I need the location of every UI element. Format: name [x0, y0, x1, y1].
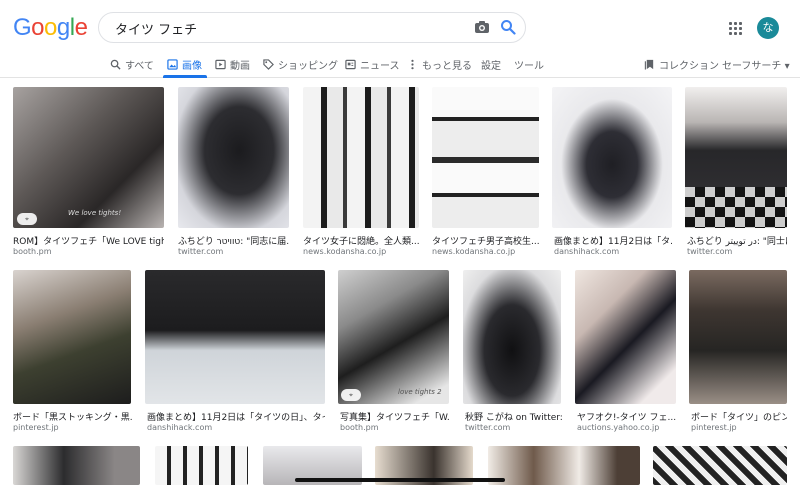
logo-letter: e: [74, 14, 88, 41]
logo-letter: o: [44, 14, 57, 41]
result-image[interactable]: ⌖ love tights 2: [338, 270, 449, 404]
result-caption[interactable]: 画像まとめ】11月2日は「タイツの日」、タイ...: [147, 410, 325, 423]
tab-label: コレクション: [659, 61, 719, 72]
result-image[interactable]: [145, 270, 325, 404]
result-image[interactable]: [653, 446, 787, 485]
result-source[interactable]: twitter.com: [687, 247, 787, 256]
product-tag-icon: ⌖: [341, 389, 361, 401]
result-caption[interactable]: ヤフオク!-タイツ フェ...: [577, 410, 677, 423]
result-caption[interactable]: ふちどり در توییتر: "同士に...: [687, 234, 787, 247]
result-source[interactable]: pinterest.jp: [13, 423, 132, 432]
result-caption[interactable]: 画像まとめ】11月2日は「タ...: [554, 234, 672, 247]
apps-grid-icon[interactable]: [729, 22, 742, 35]
tab-label: セーフサーチ ▾: [722, 61, 790, 72]
result-source[interactable]: twitter.com: [465, 423, 563, 432]
result-source[interactable]: pinterest.jp: [691, 423, 787, 432]
logo-letter: o: [31, 14, 45, 41]
result-caption[interactable]: 写真集】タイツフェチ「W...: [340, 410, 450, 423]
tag-icon: [263, 59, 274, 70]
tab-label: もっと見る: [422, 61, 472, 72]
logo-letter: g: [56, 14, 70, 41]
tab-videos[interactable]: 動画: [215, 57, 250, 72]
result-image[interactable]: [685, 87, 787, 228]
tab-label: 画像: [182, 61, 202, 72]
result-source[interactable]: danshihack.com: [554, 247, 672, 256]
logo-letter: G: [13, 14, 32, 41]
checker-floor: [685, 187, 787, 228]
result-source[interactable]: twitter.com: [178, 247, 290, 256]
result-image[interactable]: ⌖ We love tights!: [13, 87, 164, 228]
result-source[interactable]: booth.pm: [13, 247, 164, 256]
home-indicator[interactable]: [295, 478, 505, 482]
image-watermark: love tights 2: [398, 388, 442, 396]
image-watermark: We love tights!: [68, 209, 122, 217]
result-caption[interactable]: ボード「タイツ」のピン: [691, 410, 787, 423]
result-image[interactable]: [178, 87, 289, 228]
result-image[interactable]: [432, 87, 539, 228]
tab-shopping[interactable]: ショッピング: [263, 57, 338, 72]
tab-tools[interactable]: ツール: [514, 57, 544, 72]
news-icon: [345, 59, 356, 70]
video-icon: [215, 59, 226, 70]
result-source[interactable]: news.kodansha.co.jp: [303, 247, 421, 256]
image-icon: [167, 59, 178, 70]
result-image[interactable]: [575, 270, 676, 404]
search-icon[interactable]: [500, 19, 516, 35]
result-image[interactable]: [155, 446, 248, 485]
result-source[interactable]: booth.pm: [340, 423, 450, 432]
result-image[interactable]: [303, 87, 419, 228]
result-image[interactable]: [552, 87, 672, 228]
result-image[interactable]: [689, 270, 787, 404]
tab-settings[interactable]: 設定: [481, 57, 501, 72]
search-icon: [110, 59, 121, 70]
result-image[interactable]: [13, 446, 140, 485]
result-caption[interactable]: 秋野 こがね on Twitter: ...: [465, 410, 563, 423]
search-input[interactable]: タイツ フェチ: [115, 19, 197, 38]
result-image[interactable]: [488, 446, 640, 485]
result-source[interactable]: news.kodansha.co.jp: [432, 247, 540, 256]
bookmark-icon: [644, 59, 654, 70]
search-tabs: すべて 画像 動画 ショッピング ニュース もっと見る 設定 ツール コレクショ…: [0, 54, 800, 78]
tab-news[interactable]: ニュース: [345, 57, 400, 72]
tab-images[interactable]: 画像: [167, 57, 202, 72]
tab-label: すべて: [125, 61, 154, 72]
avatar[interactable]: な: [757, 17, 779, 39]
result-caption[interactable]: ふちどり טוויטר: "同志に届...: [178, 234, 290, 247]
search-box[interactable]: タイツ フェチ: [98, 12, 526, 43]
result-caption[interactable]: タイツフェチ男子高校生...: [432, 234, 540, 247]
result-caption[interactable]: ボード「黒ストッキング・黒...: [13, 410, 132, 423]
more-icon: [411, 59, 414, 70]
tab-more[interactable]: もっと見る: [407, 57, 472, 72]
tab-label: ショッピング: [278, 61, 338, 72]
result-source[interactable]: auctions.yahoo.co.jp: [577, 423, 677, 432]
product-tag-icon: ⌖: [17, 213, 37, 225]
tab-all[interactable]: すべて: [110, 57, 154, 72]
result-caption[interactable]: ROM】タイツフェチ「We LOVE tights」: [13, 234, 164, 247]
tab-label: ニュース: [360, 61, 400, 72]
camera-icon[interactable]: [474, 20, 490, 34]
tab-label: ツール: [514, 61, 544, 72]
collections-link[interactable]: コレクション: [644, 57, 719, 72]
tab-label: 設定: [481, 61, 501, 72]
top-bar: Google タイツ フェチ な すべて 画像 動画 ショッピング ニュース も…: [0, 0, 800, 78]
result-image[interactable]: [463, 270, 561, 404]
result-source[interactable]: danshihack.com: [147, 423, 325, 432]
safesearch-toggle[interactable]: セーフサーチ ▾: [722, 57, 790, 72]
active-tab-indicator: [163, 75, 207, 78]
result-image[interactable]: [13, 270, 131, 404]
result-caption[interactable]: タイツ女子に悶絶。全人類...: [303, 234, 421, 247]
tab-label: 動画: [230, 61, 250, 72]
google-logo[interactable]: Google: [13, 14, 88, 42]
